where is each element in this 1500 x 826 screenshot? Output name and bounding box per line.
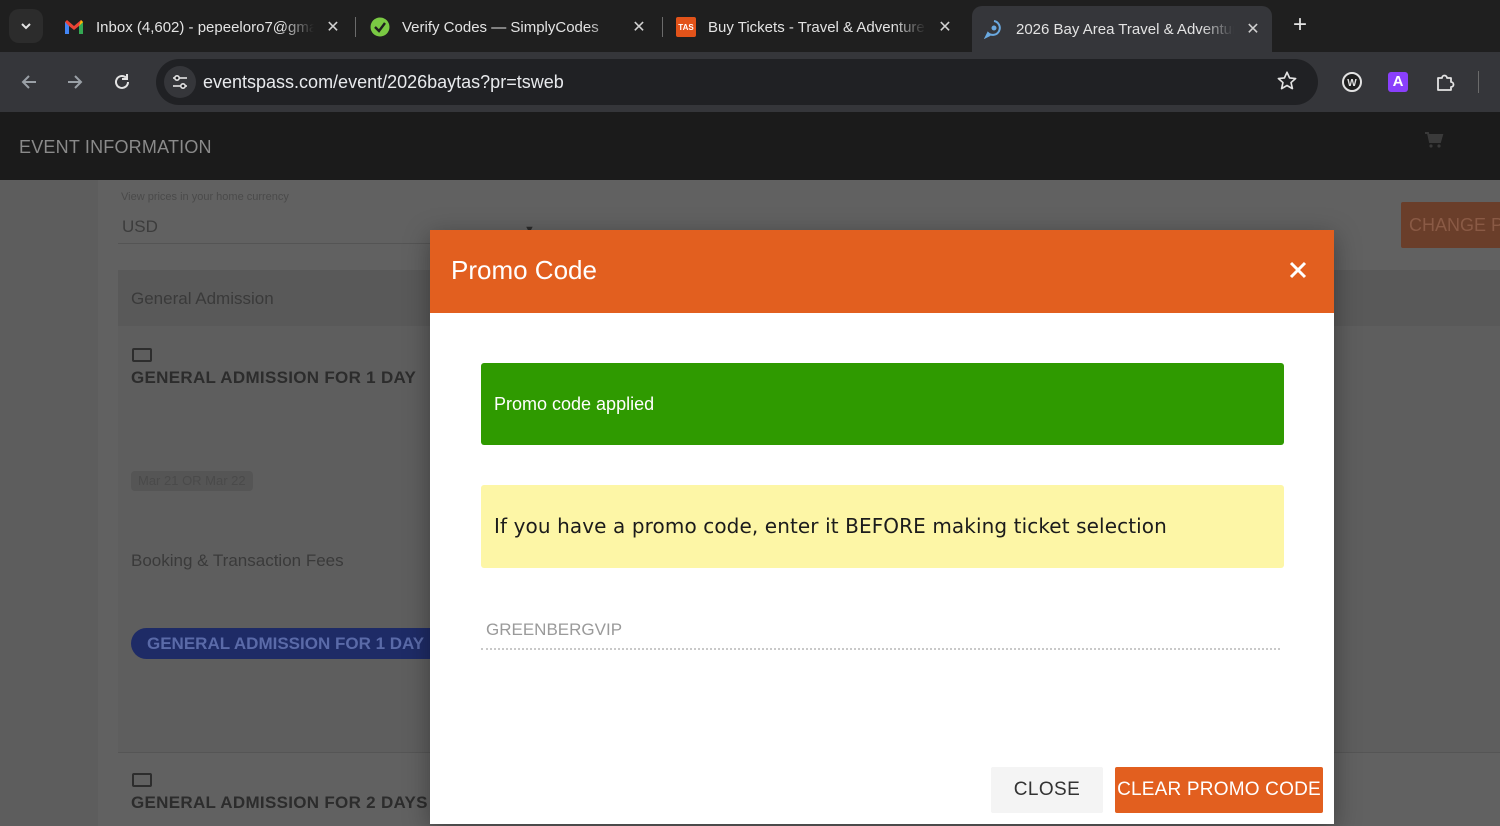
dialog-header: Promo Code xyxy=(430,230,1334,313)
page-title: EVENT INFORMATION xyxy=(19,137,212,157)
tab-title: Inbox (4,602) - pepeeloro7@gmail.com - G… xyxy=(96,18,314,36)
section-title: General Admission xyxy=(131,289,274,308)
success-alert: Promo code applied xyxy=(481,363,1284,445)
bookmark-star-icon[interactable] xyxy=(1274,68,1300,94)
url-text[interactable]: eventspass.com/event/2026baytas?pr=tsweb xyxy=(203,72,564,93)
eventspass-icon xyxy=(984,19,1004,39)
gmail-icon xyxy=(64,17,84,37)
tas-badge: TAS xyxy=(678,22,694,32)
close-icon[interactable]: ✕ xyxy=(934,17,956,37)
promo-code-input[interactable] xyxy=(481,612,1280,650)
ticket-title: GENERAL ADMISSION FOR 1 DAY xyxy=(131,368,417,387)
tab-search-button[interactable] xyxy=(9,9,43,43)
tab-gmail[interactable]: Inbox (4,602) - pepeeloro7@gmail.com - G… xyxy=(52,6,352,48)
promo-code-dialog: Promo Code Promo code applied If you hav… xyxy=(430,230,1334,824)
a-extension-icon[interactable]: A xyxy=(1385,69,1411,95)
currency-hint: View prices in your home currency xyxy=(121,191,289,203)
browser-tab-strip: Inbox (4,602) - pepeeloro7@gmail.com - G… xyxy=(0,0,1500,52)
wordtune-icon[interactable]: W xyxy=(1339,69,1365,95)
extension-w-label: W xyxy=(1347,78,1357,89)
date-chip: Mar 21 OR Mar 22 xyxy=(131,471,253,491)
change-button[interactable]: CHANGE P xyxy=(1401,202,1500,248)
info-alert: If you have a promo code, enter it BEFOR… xyxy=(481,485,1284,568)
extension-a-label: A xyxy=(1388,72,1408,92)
tab-tas-tickets[interactable]: TAS Buy Tickets - Travel & Adventure Sho… xyxy=(664,6,964,48)
tab-separator xyxy=(355,17,356,37)
new-tab-button[interactable]: + xyxy=(1286,12,1314,40)
forward-button[interactable] xyxy=(60,67,90,97)
browser-toolbar: eventspass.com/event/2026baytas?pr=tsweb xyxy=(0,52,1500,112)
ticket-select-button[interactable]: GENERAL ADMISSION FOR 1 DAY xyxy=(131,628,451,659)
reload-icon xyxy=(115,74,129,89)
address-bar[interactable]: eventspass.com/event/2026baytas?pr=tsweb xyxy=(156,59,1318,105)
tab-simplycodes[interactable]: Verify Codes — SimplyCodes ✕ xyxy=(358,6,658,48)
toolbar-separator xyxy=(1478,71,1479,93)
simplycodes-icon xyxy=(370,17,390,37)
dialog-title: Promo Code xyxy=(451,255,597,285)
arrow-right-icon xyxy=(68,75,83,89)
tab-bay-area-show[interactable]: 2026 Bay Area Travel & Adventure Show ✕ xyxy=(972,6,1272,52)
tas-icon: TAS xyxy=(676,17,696,37)
close-icon[interactable]: ✕ xyxy=(1242,19,1264,39)
tab-title: Buy Tickets - Travel & Adventure Show xyxy=(708,18,926,36)
arrow-left-icon xyxy=(21,75,36,89)
close-icon[interactable]: ✕ xyxy=(628,17,650,37)
cart-icon[interactable] xyxy=(1424,131,1446,151)
clear-promo-code-button[interactable]: CLEAR PROMO CODE xyxy=(1115,767,1323,813)
close-icon[interactable]: ✕ xyxy=(322,17,344,37)
chevron-down-icon xyxy=(21,23,31,30)
ticket-title: GENERAL ADMISSION FOR 2 DAYS xyxy=(131,793,428,812)
reload-button[interactable] xyxy=(107,67,137,97)
puzzle-icon[interactable] xyxy=(1432,69,1458,95)
close-button[interactable]: CLOSE xyxy=(991,767,1103,813)
tab-title: 2026 Bay Area Travel & Adventure Show xyxy=(1016,20,1234,38)
fees-label: Booking & Transaction Fees xyxy=(131,551,344,570)
back-button[interactable] xyxy=(14,67,44,97)
tune-icon xyxy=(173,74,187,90)
event-header: EVENT INFORMATION xyxy=(0,112,1500,180)
ticket-icon xyxy=(132,348,152,362)
tab-title: Verify Codes — SimplyCodes xyxy=(402,18,599,36)
site-info-button[interactable] xyxy=(164,66,196,98)
currency-select[interactable]: USD xyxy=(122,217,158,237)
tab-separator xyxy=(662,17,663,37)
close-icon[interactable] xyxy=(1285,257,1311,283)
ticket-icon xyxy=(132,773,152,787)
